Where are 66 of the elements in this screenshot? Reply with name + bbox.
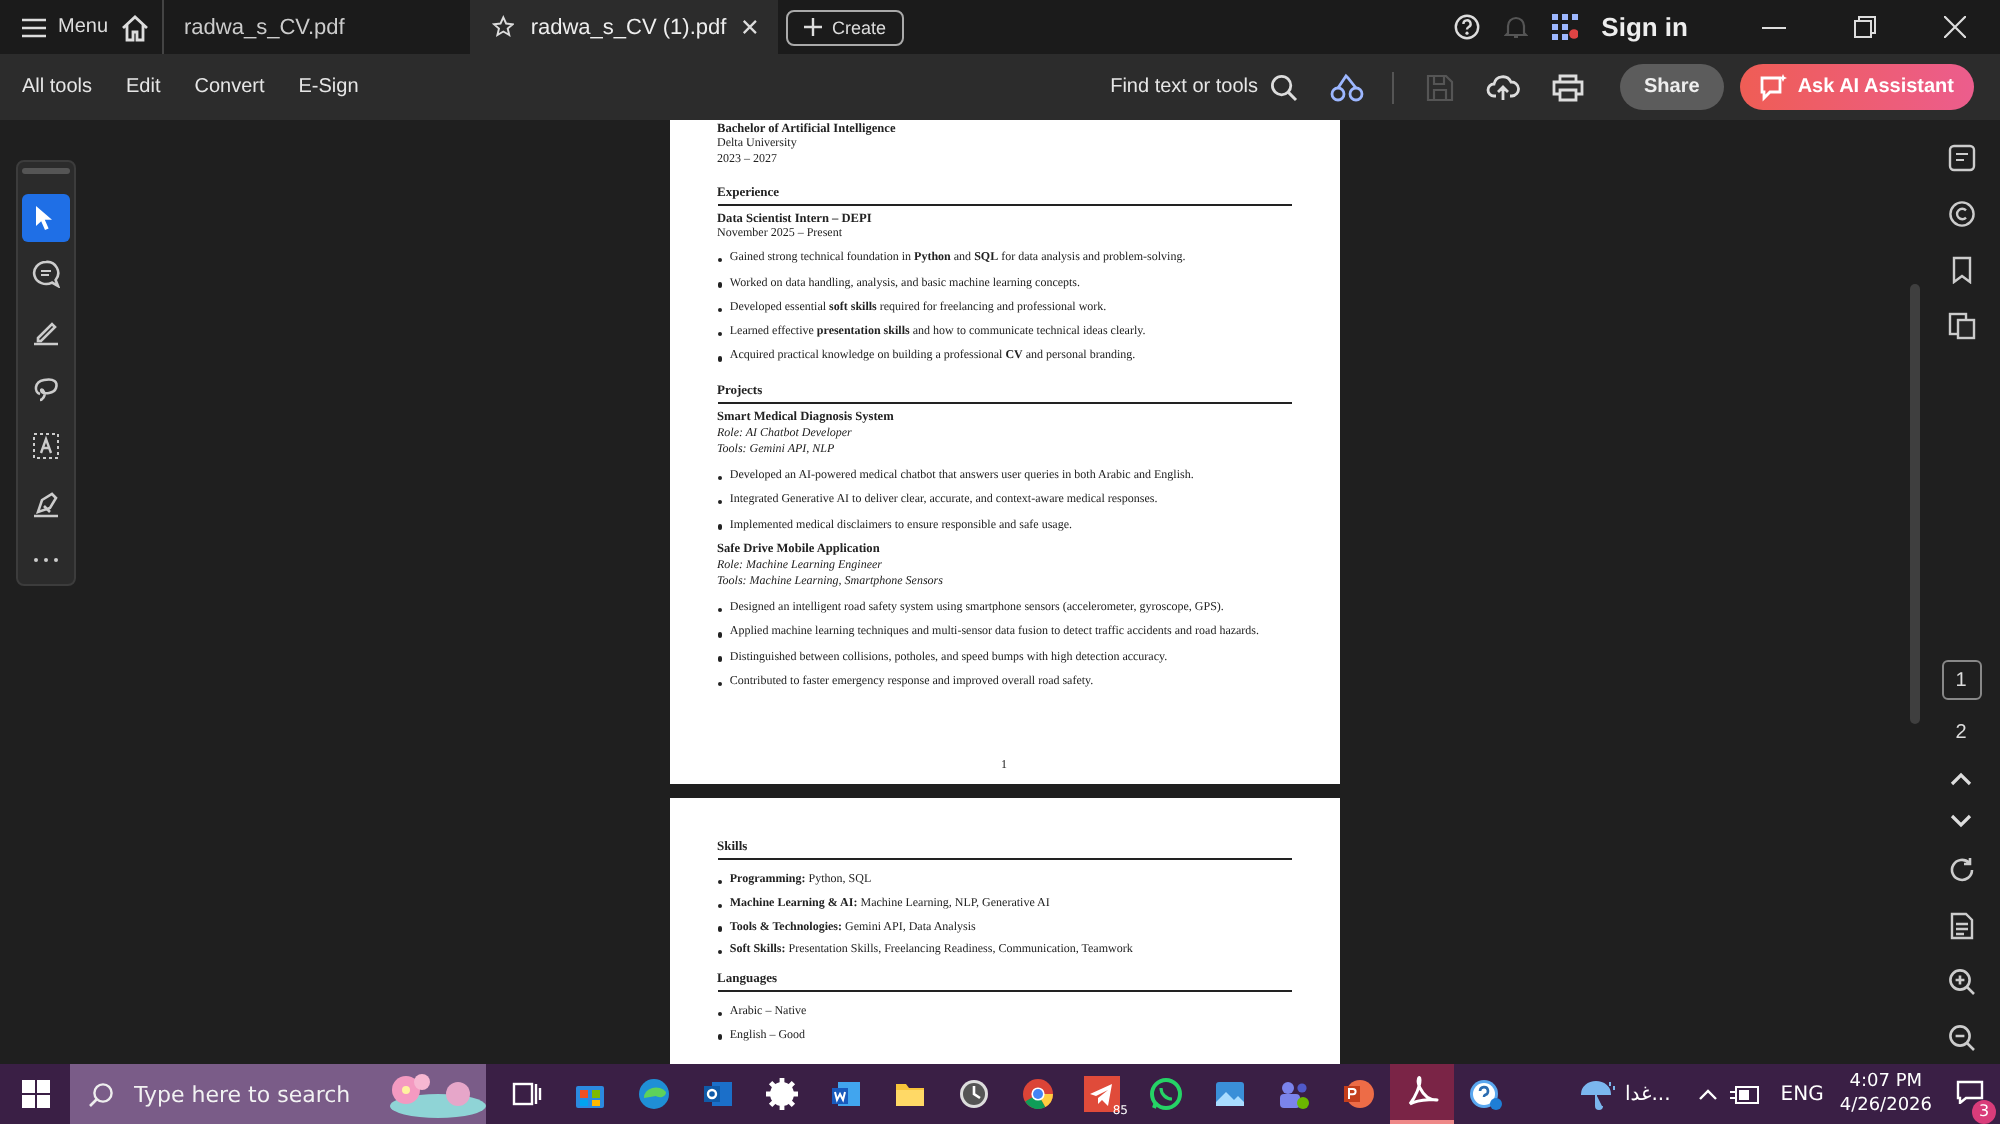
search-icon[interactable] <box>1270 73 1299 101</box>
clock-time[interactable]: 4:07 PM <box>1849 1070 1923 1094</box>
signature-icon <box>32 489 60 518</box>
clock-date[interactable]: 4/26/2026 <box>1839 1094 1932 1118</box>
notification-count: 3 <box>1972 1099 1996 1123</box>
menu-icon <box>22 17 46 37</box>
lasso-icon <box>32 374 60 403</box>
chat-icon <box>1148 1076 1184 1112</box>
presentation-icon <box>1340 1076 1376 1112</box>
gear-icon <box>764 1076 800 1112</box>
tool-button[interactable] <box>22 193 70 242</box>
mail-icon <box>700 1076 736 1112</box>
export-icon[interactable] <box>1947 144 1975 172</box>
toolbar-menu[interactable]: Edit <box>126 76 161 98</box>
language-indicator[interactable]: ENG <box>1780 1083 1824 1105</box>
photo-icon <box>1212 1076 1248 1112</box>
taskbar-search-box[interactable]: Type here to search <box>70 1064 486 1124</box>
ai-chat-icon <box>1759 73 1788 101</box>
page-number-button[interactable]: 1 <box>1941 660 1981 700</box>
document-icon <box>828 1076 864 1112</box>
maximize-icon[interactable] <box>1854 16 1876 38</box>
battery-icon[interactable] <box>1730 1085 1761 1103</box>
toolbar-menu[interactable]: Convert <box>194 76 265 98</box>
print-icon[interactable] <box>1552 73 1585 101</box>
browser-icon <box>636 1076 672 1112</box>
umbrella-rain-icon <box>1580 1078 1617 1110</box>
create-button[interactable]: Create <box>786 9 905 45</box>
close-icon[interactable] <box>1944 16 1966 38</box>
page-number-button[interactable]: 2 <box>1941 712 1981 752</box>
zoom-out-icon[interactable] <box>1947 1024 1975 1052</box>
rotate-icon[interactable] <box>1947 856 1975 884</box>
taskbar-app[interactable] <box>1390 1064 1454 1124</box>
more-icon <box>32 556 60 565</box>
search-field[interactable]: Type here to search <box>130 1079 362 1109</box>
share-button[interactable]: Share <box>1620 64 1724 110</box>
bookmark-icon[interactable] <box>1947 256 1975 284</box>
clock-icon <box>956 1076 992 1112</box>
plus-icon <box>804 18 823 36</box>
search-icon <box>88 1081 114 1107</box>
people-icon <box>1276 1076 1312 1112</box>
minimize-icon[interactable] <box>1762 25 1786 29</box>
chevron-down-icon[interactable] <box>1950 814 1972 828</box>
menu-button[interactable]: Menu <box>22 16 109 38</box>
star-icon[interactable] <box>492 14 515 40</box>
pdf-icon <box>1404 1074 1440 1110</box>
close-icon[interactable] <box>742 18 759 36</box>
zoom-in-icon[interactable] <box>1947 968 1975 996</box>
chevron-up-icon[interactable] <box>1950 772 1972 786</box>
weather-text[interactable]: غدا... <box>1624 1083 1671 1105</box>
home-icon[interactable] <box>120 13 151 41</box>
browser-icon <box>1020 1076 1056 1112</box>
sign-in-button[interactable]: Sign in <box>1601 12 1688 42</box>
toolbar-menu[interactable]: All tools <box>22 76 93 98</box>
toolbar-menu[interactable]: E-Sign <box>298 76 359 98</box>
text-select-icon <box>32 432 60 461</box>
help-icon <box>1468 1076 1504 1112</box>
document-tab[interactable]: radwa_s_CV (1).pdf <box>470 0 779 54</box>
notifications-icon[interactable] <box>1956 1079 1984 1103</box>
pencil-icon <box>32 317 60 346</box>
find-button[interactable]: Find text or tools <box>1110 76 1259 98</box>
start-icon[interactable] <box>22 1080 50 1108</box>
help-icon[interactable] <box>1453 14 1480 40</box>
cloud-upload-icon[interactable] <box>1486 73 1521 101</box>
apps-grid-icon[interactable] <box>1551 14 1578 40</box>
pages-icon[interactable] <box>1947 312 1975 340</box>
document-icon[interactable] <box>1949 912 1973 940</box>
